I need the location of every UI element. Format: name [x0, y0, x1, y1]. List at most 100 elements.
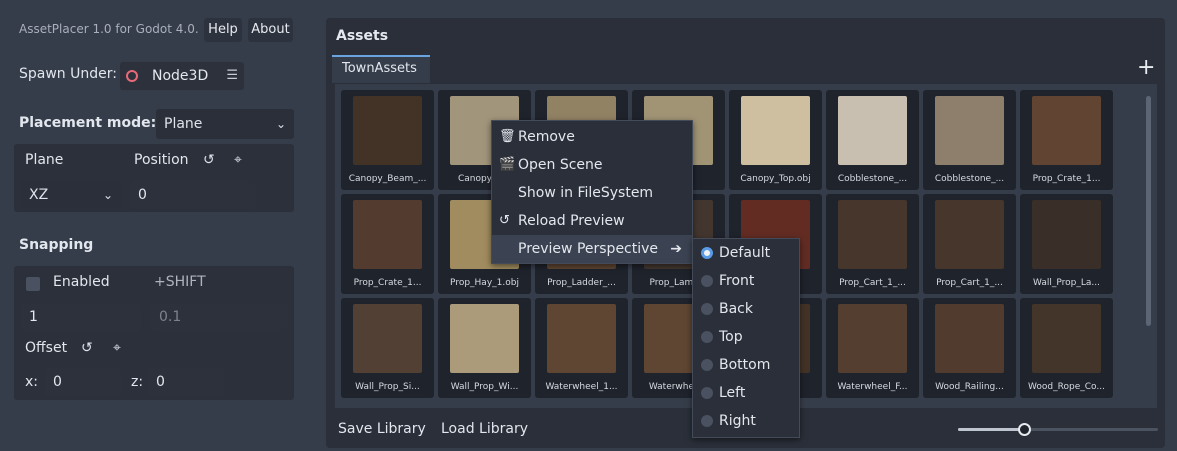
- spawn-node-field[interactable]: Node3D ☰: [120, 62, 244, 90]
- asset-thumbnail: [838, 96, 907, 165]
- asset-tile[interactable]: Waterwheel_F...: [826, 298, 919, 398]
- save-library-button[interactable]: Save Library: [338, 421, 426, 437]
- chevron-down-icon: ⌄: [275, 117, 286, 131]
- shift-label: +SHIFT: [154, 274, 206, 290]
- asset-tile[interactable]: Prop_Cart_1_...: [826, 194, 919, 294]
- pick-node-icon[interactable]: ☰: [226, 62, 238, 90]
- pick-offset-icon[interactable]: ⌖: [113, 340, 121, 356]
- load-library-button[interactable]: Load Library: [441, 421, 528, 437]
- radio-icon: [701, 359, 713, 371]
- asset-name: Wall_Prop_Si...: [355, 382, 420, 392]
- radio-icon: [701, 303, 713, 315]
- snapping-section: Enabled +SHIFT 1 0.1 Offset ↺ ⌖ x: 0 z: …: [14, 266, 294, 400]
- perspective-item-bottom[interactable]: Bottom: [693, 351, 799, 379]
- perspective-item-right[interactable]: Right: [693, 407, 799, 435]
- perspective-item-label: Back: [719, 301, 753, 317]
- reset-position-icon[interactable]: ↺: [203, 152, 215, 168]
- position-input[interactable]: 0: [130, 181, 256, 209]
- perspective-item-top[interactable]: Top: [693, 323, 799, 351]
- context-item-remove[interactable]: 🗑 Remove: [492, 123, 692, 151]
- placement-mode-select[interactable]: Plane ⌄: [156, 109, 294, 139]
- perspective-item-label: Top: [719, 329, 743, 345]
- x-label: x:: [25, 374, 39, 390]
- snap-shift-input[interactable]: 0.1: [151, 303, 288, 331]
- perspective-item-front[interactable]: Front: [693, 267, 799, 295]
- context-item-label: Reload Preview: [518, 213, 625, 229]
- context-item-label: Show in FileSystem: [518, 185, 654, 201]
- reload-icon: ↺: [499, 213, 510, 228]
- plane-label: Plane: [25, 152, 64, 168]
- context-item-label: Remove: [518, 129, 575, 145]
- asset-thumbnail: [935, 304, 1004, 373]
- asset-name: Canopy_Beam_...: [348, 174, 427, 184]
- asset-tile[interactable]: Cobblestone_...: [923, 90, 1016, 190]
- radio-icon: [701, 415, 713, 427]
- chevron-down-icon: ⌄: [102, 188, 113, 202]
- asset-thumbnail: [838, 304, 907, 373]
- asset-thumbnail: [935, 96, 1004, 165]
- radio-icon: [701, 387, 713, 399]
- asset-name: Prop_Crate_1...: [1032, 174, 1101, 184]
- asset-grid-scrollbar[interactable]: [1146, 96, 1151, 326]
- asset-tile[interactable]: Prop_Crate_1...: [1020, 90, 1113, 190]
- radio-icon: [701, 247, 713, 259]
- arrow-right-icon: ➔: [670, 241, 682, 257]
- z-label: z:: [131, 374, 144, 390]
- asset-tile[interactable]: Cobblestone_...: [826, 90, 919, 190]
- asset-name: Cobblestone_...: [934, 174, 1005, 184]
- context-item-show-in-filesystem[interactable]: Show in FileSystem: [492, 179, 692, 207]
- tab-townassets[interactable]: TownAssets: [332, 55, 430, 83]
- help-button[interactable]: Help: [204, 18, 242, 42]
- asset-tile[interactable]: Waterwheel_1...: [535, 298, 628, 398]
- asset-name: Cobblestone_...: [837, 174, 908, 184]
- plane-value: XZ: [29, 187, 49, 203]
- snap-step-input[interactable]: 1: [21, 303, 141, 331]
- enabled-checkbox[interactable]: [26, 277, 40, 291]
- plane-section: Plane Position ↺ ⌖ XZ ⌄ 0: [14, 144, 294, 212]
- radio-icon: [701, 331, 713, 343]
- asset-tile[interactable]: Prop_Crate_1...: [341, 194, 434, 294]
- asset-tile[interactable]: Wall_Prop_Si...: [341, 298, 434, 398]
- perspective-item-default[interactable]: Default: [693, 239, 799, 267]
- pick-position-icon[interactable]: ⌖: [234, 152, 242, 168]
- enabled-label: Enabled: [53, 274, 110, 290]
- asset-name: Prop_Hay_1.obj: [450, 278, 519, 288]
- offset-z-input[interactable]: 0: [148, 368, 224, 396]
- about-button[interactable]: About: [248, 18, 293, 42]
- asset-tile[interactable]: Wall_Prop_Wi...: [438, 298, 531, 398]
- asset-name: Wall_Prop_Wi...: [450, 382, 519, 392]
- asset-thumbnail: [1032, 304, 1101, 373]
- node3d-icon: [126, 70, 138, 82]
- perspective-item-label: Front: [719, 273, 755, 289]
- left-panel: AssetPlacer 1.0 for Godot 4.0. Help Abou…: [0, 0, 308, 451]
- thumbnail-size-handle[interactable]: [1018, 423, 1031, 436]
- offset-label: Offset: [25, 340, 68, 356]
- asset-thumbnail: [838, 200, 907, 269]
- spawn-under-label: Spawn Under:: [19, 66, 117, 82]
- perspective-item-label: Right: [719, 413, 756, 429]
- asset-name: Wall_Prop_La...: [1033, 278, 1100, 288]
- asset-tile[interactable]: Wall_Prop_La...: [1020, 194, 1113, 294]
- asset-tile[interactable]: Canopy_Beam_...: [341, 90, 434, 190]
- context-item-preview-perspective[interactable]: Preview Perspective ➔: [492, 235, 692, 263]
- asset-tile[interactable]: Wood_Rope_Co...: [1020, 298, 1113, 398]
- context-item-reload-preview[interactable]: ↺ Reload Preview: [492, 207, 692, 235]
- asset-thumbnail: [1032, 96, 1101, 165]
- asset-name: Prop_Cart_1_...: [936, 278, 1003, 288]
- offset-x-input[interactable]: 0: [45, 368, 121, 396]
- asset-context-menu: 🗑 Remove 🎬 Open Scene Show in FileSystem ↺ Rel…: [491, 120, 693, 264]
- perspective-item-label: Default: [719, 245, 771, 261]
- asset-name: Wood_Railing...: [935, 382, 1004, 392]
- preview-perspective-submenu: Default Front Back Top Bottom Left Right: [692, 238, 800, 438]
- plane-select[interactable]: XZ ⌄: [21, 181, 121, 209]
- asset-thumbnail: [1032, 200, 1101, 269]
- asset-tile[interactable]: Wood_Railing...: [923, 298, 1016, 398]
- asset-tile[interactable]: Prop_Cart_1_...: [923, 194, 1016, 294]
- perspective-item-left[interactable]: Left: [693, 379, 799, 407]
- reset-offset-icon[interactable]: ↺: [81, 340, 93, 356]
- placement-mode-value: Plane: [164, 116, 203, 132]
- context-item-open-scene[interactable]: 🎬 Open Scene: [492, 151, 692, 179]
- perspective-item-back[interactable]: Back: [693, 295, 799, 323]
- add-library-icon[interactable]: +: [1137, 55, 1155, 80]
- asset-tile[interactable]: Canopy_Top.obj: [729, 90, 822, 190]
